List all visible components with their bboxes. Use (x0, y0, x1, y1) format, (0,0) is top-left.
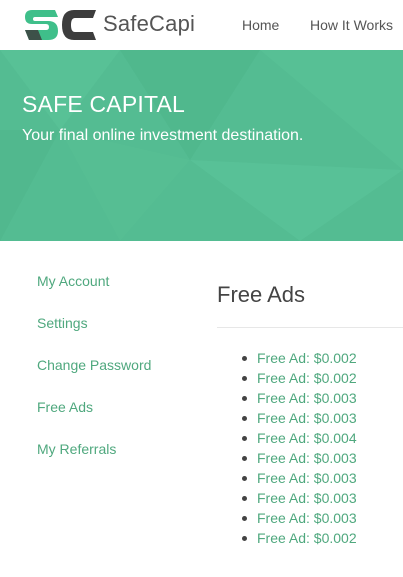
list-item[interactable]: Free Ad: $0.003 (241, 470, 357, 490)
ad-link[interactable]: Free Ad: $0.003 (257, 510, 357, 526)
sidebar-item-settings[interactable]: Settings (37, 315, 88, 331)
hero-banner: SAFE CAPITAL Your final online investmen… (0, 50, 403, 241)
list-item[interactable]: Free Ad: $0.002 (241, 370, 357, 390)
hero-subtitle: Your final online investment destination… (22, 127, 304, 144)
list-item[interactable]: Free Ad: $0.002 (241, 530, 357, 550)
ad-link[interactable]: Free Ad: $0.003 (257, 390, 357, 406)
bullet-icon (242, 496, 247, 501)
ad-link[interactable]: Free Ad: $0.003 (257, 470, 357, 486)
sidebar-item-my-referrals[interactable]: My Referrals (37, 441, 116, 457)
nav-home-link[interactable]: Home (242, 17, 279, 33)
sidebar-item-my-account[interactable]: My Account (37, 273, 109, 289)
bullet-icon (242, 356, 247, 361)
hero-background-pattern (0, 50, 403, 241)
list-item[interactable]: Free Ad: $0.003 (241, 410, 357, 430)
list-item[interactable]: Free Ad: $0.003 (241, 390, 357, 410)
sidebar-item-free-ads[interactable]: Free Ads (37, 399, 93, 415)
list-item[interactable]: Free Ad: $0.003 (241, 490, 357, 510)
bullet-icon (242, 416, 247, 421)
bullet-icon (242, 516, 247, 521)
bullet-icon (242, 456, 247, 461)
list-item[interactable]: Free Ad: $0.004 (241, 430, 357, 450)
page-title: Free Ads (217, 282, 306, 307)
sc-logo-icon[interactable] (22, 7, 98, 43)
ad-link[interactable]: Free Ad: $0.002 (257, 350, 357, 366)
list-item[interactable]: Free Ad: $0.003 (241, 450, 357, 470)
brand-name[interactable]: SafeCapi (103, 11, 195, 37)
bullet-icon (242, 436, 247, 441)
ad-link[interactable]: Free Ad: $0.002 (257, 370, 357, 386)
bullet-icon (242, 476, 247, 481)
navbar: SafeCapi Home How It Works (0, 0, 403, 50)
ad-link[interactable]: Free Ad: $0.003 (257, 450, 357, 466)
bullet-icon (242, 376, 247, 381)
ad-link[interactable]: Free Ad: $0.002 (257, 530, 357, 546)
hero-title: SAFE CAPITAL (22, 91, 186, 117)
ad-link[interactable]: Free Ad: $0.003 (257, 410, 357, 426)
ad-link[interactable]: Free Ad: $0.003 (257, 490, 357, 506)
ads-list: Free Ad: $0.002 Free Ad: $0.002 Free Ad:… (241, 350, 357, 550)
sidebar-item-change-password[interactable]: Change Password (37, 357, 151, 373)
bullet-icon (242, 536, 247, 541)
nav-how-it-works-link[interactable]: How It Works (310, 17, 393, 33)
list-item[interactable]: Free Ad: $0.002 (241, 350, 357, 370)
divider (217, 327, 403, 328)
bullet-icon (242, 396, 247, 401)
list-item[interactable]: Free Ad: $0.003 (241, 510, 357, 530)
ad-link[interactable]: Free Ad: $0.004 (257, 430, 357, 446)
